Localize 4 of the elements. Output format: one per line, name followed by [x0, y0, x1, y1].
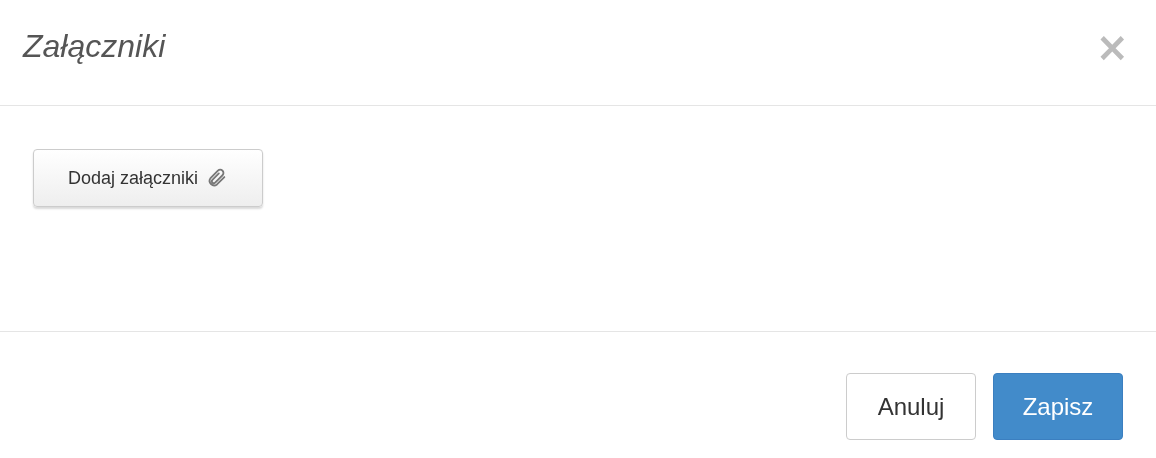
dialog-title: Załączniki: [23, 28, 166, 65]
cancel-button[interactable]: Anuluj: [846, 373, 976, 440]
add-attachments-button[interactable]: Dodaj załączniki: [33, 149, 263, 207]
save-button[interactable]: Zapisz: [993, 373, 1123, 440]
